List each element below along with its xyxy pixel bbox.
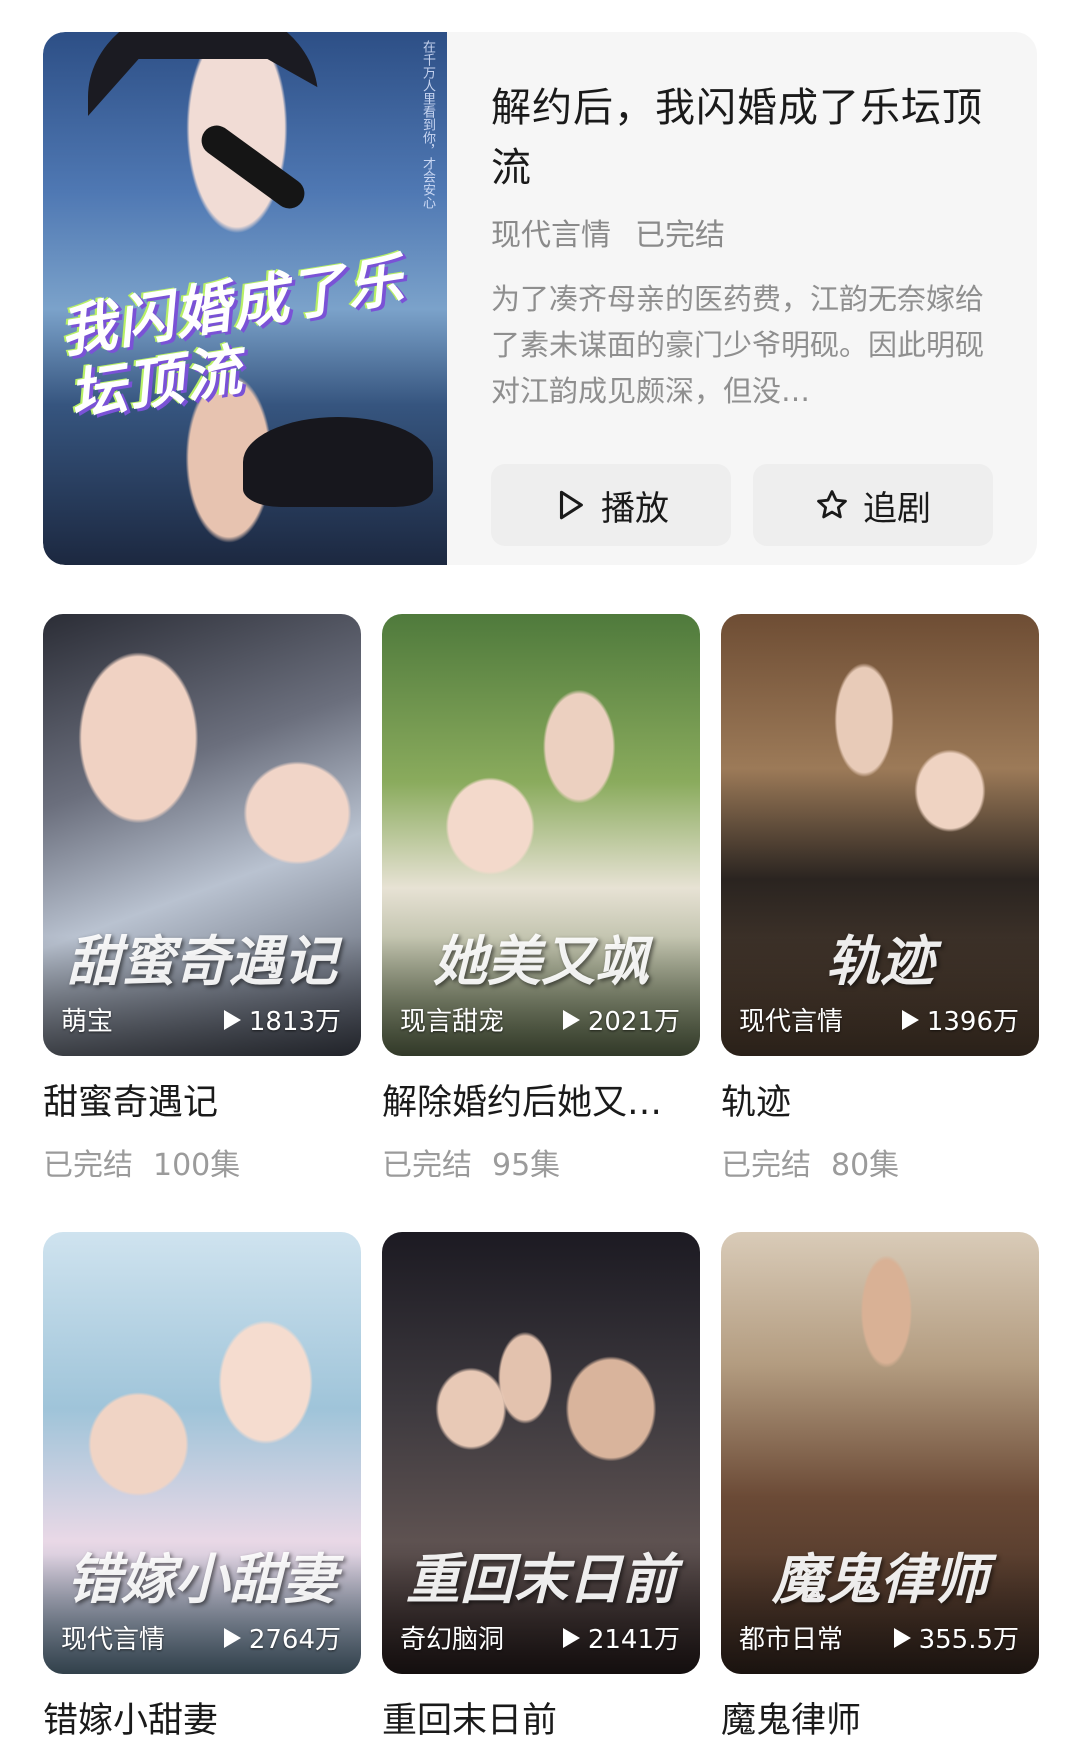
follow-button[interactable]: 追剧 [753, 464, 993, 546]
drama-card[interactable]: 重回末日前 奇幻脑洞 2141万 重回末日前 [382, 1232, 700, 1744]
genre-label: 都市日常 [739, 1625, 844, 1655]
play-count-icon [223, 1627, 241, 1648]
episode-count: 80集 [831, 1148, 900, 1183]
featured-actions: 播放 追剧 [491, 464, 993, 546]
drama-title[interactable]: 解除婚约后她又… [382, 1080, 700, 1126]
poster-figure [243, 417, 433, 507]
play-icon [559, 490, 583, 520]
star-icon [817, 490, 847, 519]
drama-meta: 已完结 80集 [721, 1140, 1039, 1184]
play-count-value: 1396万 [926, 1007, 1019, 1037]
play-count: 355.5万 [891, 1619, 1019, 1656]
poster-title-art: 重回末日前 [406, 1547, 676, 1611]
drama-title[interactable]: 重回末日前 [382, 1698, 700, 1744]
poster-figure [88, 32, 318, 116]
genre-tag: 现代言情 [491, 218, 611, 253]
drama-poster[interactable]: 甜蜜奇遇记 萌宝 1813万 [43, 614, 361, 1056]
drama-card[interactable]: 错嫁小甜妻 现代言情 2764万 错嫁小甜妻 [43, 1232, 361, 1744]
featured-poster[interactable]: 在千万人里看到你，才会安心 我闪婚成了乐坛顶流 [43, 32, 447, 565]
play-count: 1396万 [899, 1001, 1019, 1038]
poster-title-art: 甜蜜奇遇记 [67, 929, 337, 993]
genre-label: 现代言情 [739, 1007, 844, 1037]
play-count: 2141万 [560, 1619, 680, 1656]
drama-card[interactable]: 她美又飒 现言甜宠 2021万 解除婚约后她又… 已完结 95集 [382, 614, 700, 1184]
poster-title-art: 轨迹 [826, 929, 934, 993]
drama-title[interactable]: 魔鬼律师 [721, 1698, 1039, 1744]
drama-poster[interactable]: 她美又飒 现言甜宠 2021万 [382, 614, 700, 1056]
poster-info-bar: 都市日常 355.5万 [739, 1619, 1019, 1656]
play-count: 2021万 [560, 1001, 680, 1038]
play-count: 1813万 [221, 1001, 341, 1038]
genre-label: 萌宝 [61, 1007, 114, 1037]
poster-side-text: 在千万人里看到你，才会安心 [420, 40, 435, 209]
drama-poster[interactable]: 轨迹 现代言情 1396万 [721, 614, 1039, 1056]
drama-card[interactable]: 甜蜜奇遇记 萌宝 1813万 甜蜜奇遇记 已完结 100集 [43, 614, 361, 1184]
play-button-label: 播放 [601, 488, 669, 529]
poster-title-art: 她美又飒 [433, 929, 649, 993]
poster-info-bar: 奇幻脑洞 2141万 [400, 1619, 680, 1656]
play-count-icon [223, 1009, 241, 1030]
genre-label: 奇幻脑洞 [400, 1625, 505, 1655]
drama-poster[interactable]: 重回末日前 奇幻脑洞 2141万 [382, 1232, 700, 1674]
drama-title[interactable]: 错嫁小甜妻 [43, 1698, 361, 1744]
play-count-value: 2021万 [587, 1007, 680, 1037]
play-count-value: 355.5万 [918, 1625, 1019, 1655]
poster-title-art: 错嫁小甜妻 [67, 1547, 337, 1611]
drama-meta: 已完结 95集 [382, 1140, 700, 1184]
status-tag: 已完结 [635, 218, 725, 253]
poster-info-bar: 萌宝 1813万 [61, 1001, 341, 1038]
featured-title[interactable]: 解约后，我闪婚成了乐坛顶流 [491, 78, 1001, 198]
status-label: 已完结 [721, 1148, 811, 1183]
page: 在千万人里看到你，才会安心 我闪婚成了乐坛顶流 解约后，我闪婚成了乐坛顶流 现代… [0, 0, 1080, 1761]
featured-drama-card[interactable]: 在千万人里看到你，才会安心 我闪婚成了乐坛顶流 解约后，我闪婚成了乐坛顶流 现代… [43, 32, 1037, 565]
poster-info-bar: 现代言情 1396万 [739, 1001, 1019, 1038]
play-count-icon [901, 1009, 919, 1030]
drama-poster[interactable]: 错嫁小甜妻 现代言情 2764万 [43, 1232, 361, 1674]
featured-info: 解约后，我闪婚成了乐坛顶流 现代言情 已完结 为了凑齐母亲的医药费，江韵无奈嫁给了… [491, 78, 1001, 414]
featured-description: 为了凑齐母亲的医药费，江韵无奈嫁给了素未谋面的豪门少爷明砚。因此明砚对江韵成见颇… [491, 282, 985, 408]
follow-button-label: 追剧 [863, 488, 931, 529]
genre-label: 现代言情 [61, 1625, 166, 1655]
episode-count: 95集 [492, 1148, 561, 1183]
play-count-value: 2141万 [587, 1625, 680, 1655]
play-count-icon [562, 1009, 580, 1030]
play-count: 2764万 [221, 1619, 341, 1656]
poster-info-bar: 现代言情 2764万 [61, 1619, 341, 1656]
drama-meta: 已完结 100集 [43, 1140, 361, 1184]
status-label: 已完结 [382, 1148, 472, 1183]
drama-card[interactable]: 轨迹 现代言情 1396万 轨迹 已完结 80集 [721, 614, 1039, 1184]
play-count-value: 2764万 [248, 1625, 341, 1655]
episode-count: 100集 [153, 1148, 241, 1183]
featured-tags: 现代言情 已完结 [491, 210, 1001, 254]
play-button[interactable]: 播放 [491, 464, 731, 546]
genre-label: 现言甜宠 [400, 1007, 505, 1037]
drama-title[interactable]: 轨迹 [721, 1080, 1039, 1126]
drama-poster[interactable]: 魔鬼律师 都市日常 355.5万 [721, 1232, 1039, 1674]
poster-title-art: 魔鬼律师 [772, 1547, 988, 1611]
play-count-value: 1813万 [248, 1007, 341, 1037]
poster-info-bar: 现言甜宠 2021万 [400, 1001, 680, 1038]
poster-microphone [195, 119, 311, 215]
play-count-icon [893, 1627, 911, 1648]
status-label: 已完结 [43, 1148, 133, 1183]
drama-card[interactable]: 魔鬼律师 都市日常 355.5万 魔鬼律师 [721, 1232, 1039, 1744]
drama-title[interactable]: 甜蜜奇遇记 [43, 1080, 361, 1126]
poster-title-art: 我闪婚成了乐坛顶流 [55, 246, 410, 430]
play-count-icon [562, 1627, 580, 1648]
